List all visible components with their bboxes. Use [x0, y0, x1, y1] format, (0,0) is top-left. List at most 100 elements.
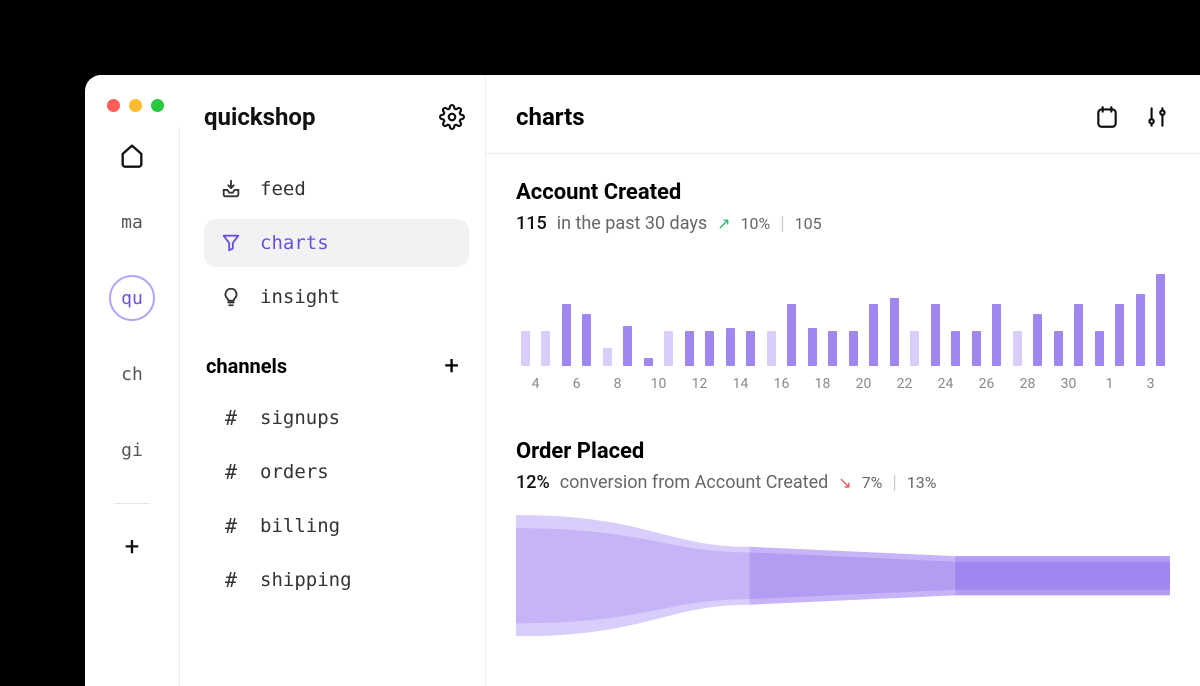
workspace-rail: ma qu ch gi + — [85, 127, 180, 686]
channels-heading: channels — [206, 354, 287, 378]
xaxis-tick: 10 — [641, 376, 676, 392]
xaxis-tick: 16 — [764, 376, 799, 392]
sliders-icon[interactable] — [1144, 104, 1170, 130]
metric-value: 12% — [516, 472, 550, 493]
bar-day — [1133, 294, 1148, 366]
xaxis-tick: 18 — [805, 376, 840, 392]
bar-current — [623, 326, 632, 366]
bar-previous — [767, 331, 776, 366]
funnel-chart — [516, 515, 1170, 645]
bar-current — [582, 314, 591, 366]
sidebar-item-feed[interactable]: feed — [204, 165, 469, 213]
bar-current — [808, 328, 817, 366]
xaxis-tick: 26 — [969, 376, 1004, 392]
xaxis-tick: 24 — [928, 376, 963, 392]
funnel-icon — [220, 232, 242, 254]
bar-previous — [1013, 331, 1022, 366]
bar-current — [705, 331, 714, 366]
bar-current — [726, 328, 735, 366]
project-title: quickshop — [204, 103, 315, 131]
bar-day — [969, 331, 984, 366]
xaxis-tick: 6 — [559, 376, 594, 392]
prev-value: 13% — [907, 473, 937, 492]
bar-current — [869, 304, 878, 366]
bar-day — [1154, 274, 1169, 366]
page-title: charts — [516, 103, 585, 131]
close-window-icon[interactable] — [107, 99, 120, 112]
bar-current — [1156, 274, 1165, 366]
sidebar: quickshop feed charts insight channels +… — [180, 75, 486, 686]
channel-orders[interactable]: # orders — [204, 447, 469, 497]
bar-day — [764, 331, 779, 366]
add-channel-button[interactable]: + — [444, 353, 459, 379]
xaxis-tick: 12 — [682, 376, 717, 392]
channel-signups[interactable]: #signups — [204, 393, 469, 443]
workspace-gi[interactable]: gi — [109, 427, 155, 473]
bar-day — [785, 304, 800, 366]
bar-current — [951, 331, 960, 366]
arrow-up-icon: ↗ — [717, 214, 730, 233]
bar-day — [580, 314, 595, 366]
channel-label: signups — [260, 407, 340, 429]
bar-current — [972, 331, 981, 366]
bar-previous — [521, 331, 530, 366]
bar-day — [846, 331, 861, 366]
bar-current — [828, 331, 837, 366]
bar-previous — [664, 331, 673, 366]
delta-pct: 7% — [862, 473, 883, 492]
xaxis-tick: 30 — [1051, 376, 1086, 392]
bar-day — [867, 304, 882, 366]
hash-icon: # — [220, 514, 242, 538]
bar-day — [826, 331, 841, 366]
workspace-ma[interactable]: ma — [109, 199, 155, 245]
bar-day — [1113, 304, 1128, 366]
bar-current — [931, 304, 940, 366]
bar-day — [539, 331, 554, 366]
bar-day — [1072, 304, 1087, 366]
zoom-window-icon[interactable] — [151, 99, 164, 112]
minimize-window-icon[interactable] — [129, 99, 142, 112]
xaxis-tick: 3 — [1133, 376, 1168, 392]
bar-day — [723, 328, 738, 366]
bar-day — [1031, 314, 1046, 366]
bar-day — [744, 331, 759, 366]
bar-day — [1092, 331, 1107, 366]
delta-pct: 10% — [741, 214, 771, 233]
hash-icon: # — [220, 568, 242, 592]
bar-previous — [910, 331, 919, 366]
hash-icon: # — [220, 460, 242, 484]
bar-current — [787, 304, 796, 366]
bar-day — [887, 298, 902, 366]
sidebar-item-label: charts — [260, 232, 329, 254]
gear-icon[interactable] — [439, 104, 465, 130]
bar-day — [928, 304, 943, 366]
bar-day — [990, 304, 1005, 366]
workspace-ch[interactable]: ch — [109, 351, 155, 397]
metric-value: 115 — [516, 213, 547, 234]
add-workspace-button[interactable]: + — [125, 534, 140, 560]
bar-current — [1095, 331, 1104, 366]
bar-current — [1054, 331, 1063, 366]
bar-chart — [516, 256, 1170, 366]
bar-day — [908, 331, 923, 366]
metric-context: in the past 30 days — [557, 213, 707, 234]
workspace-qu[interactable]: qu — [109, 275, 155, 321]
sidebar-item-label: insight — [260, 286, 340, 308]
metric-context: conversion from Account Created — [560, 472, 829, 493]
sidebar-item-charts[interactable]: charts — [204, 219, 469, 267]
bar-current — [685, 331, 694, 366]
channel-label: orders — [260, 461, 329, 483]
sidebar-item-label: feed — [260, 178, 306, 200]
sidebar-item-insight[interactable]: insight — [204, 273, 469, 321]
home-icon[interactable] — [118, 141, 146, 169]
xaxis-tick: 20 — [846, 376, 881, 392]
bar-current — [1033, 314, 1042, 366]
channels-list: #signups #orders #billing #shipping — [204, 393, 469, 605]
bar-day — [1010, 331, 1025, 366]
calendar-icon[interactable] — [1094, 104, 1120, 130]
bar-previous — [603, 348, 612, 366]
channel-billing[interactable]: # billing — [204, 501, 469, 551]
channel-label: billing — [260, 515, 340, 537]
inbox-download-icon — [220, 178, 242, 200]
channel-shipping[interactable]: #shipping — [204, 555, 469, 605]
